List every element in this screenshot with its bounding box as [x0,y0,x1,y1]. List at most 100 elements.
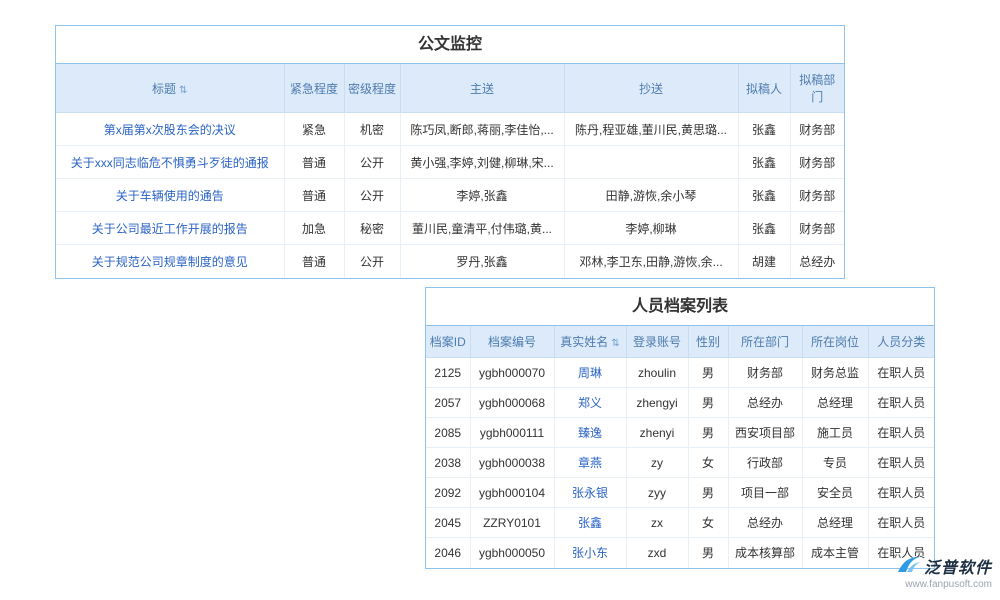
table-cell: 周琳 [554,358,626,388]
personnel-list-title: 人员档案列表 [426,288,934,326]
person-name-link[interactable]: 张小东 [572,546,608,560]
column-header-label: 档案ID [430,335,466,349]
table-row: 第x届第x次股东会的决议紧急机密陈巧凤,断郎,蒋丽,李佳怡,...陈丹,程亚雄,… [56,113,844,146]
table-cell: 2125 [426,358,470,388]
column-header-label: 人员分类 [877,335,925,349]
table-cell: 关于公司最近工作开展的报告 [56,212,284,245]
column-header-label: 拟稿人 [746,82,782,96]
table-cell: 秘密 [344,212,400,245]
table-cell: 男 [688,538,728,568]
table-cell: 在职人员 [868,478,934,508]
doc-title-link[interactable]: 关于xxx同志临危不惧勇斗歹徒的通报 [71,156,269,170]
table-row: 关于xxx同志临危不惧勇斗歹徒的通报普通公开黄小强,李婷,刘健,柳琳,宋...张… [56,146,844,179]
column-header-label: 拟稿部门 [799,73,835,104]
column-header: 密级程度 [344,64,400,113]
person-name-link[interactable]: 张永银 [572,486,608,500]
column-header-label: 标题 [152,82,176,96]
table-cell: 总经办 [790,245,844,278]
column-header: 所在部门 [728,326,802,358]
table-cell: 公开 [344,146,400,179]
table-cell: 张鑫 [554,508,626,538]
column-header-label: 真实姓名 [560,335,608,349]
doc-title-link[interactable]: 关于规范公司规章制度的意见 [92,255,248,269]
sort-icon[interactable]: ⇅ [611,338,619,349]
table-cell: zhenyi [626,418,688,448]
table-cell: 2085 [426,418,470,448]
table-cell: 张鑫 [738,212,790,245]
table-cell: 张鑫 [738,179,790,212]
brand-name: 泛普软件 [924,554,992,578]
table-cell: 董川民,童清平,付伟璐,黄... [400,212,564,245]
doc-monitor-table: 标题⇅紧急程度密级程度主送抄送拟稿人拟稿部门 第x届第x次股东会的决议紧急机密陈… [56,64,844,278]
table-row: 关于规范公司规章制度的意见普通公开罗丹,张鑫邓林,李卫东,田静,游恢,余...胡… [56,245,844,278]
table-cell: ygbh000038 [470,448,554,478]
table-cell: ygbh000068 [470,388,554,418]
table-cell: 郑义 [554,388,626,418]
table-cell: 男 [688,388,728,418]
table-row: 2038ygbh000038章燕zy女行政部专员在职人员 [426,448,934,478]
column-header-label: 所在部门 [741,335,789,349]
table-cell: 安全员 [802,478,868,508]
doc-title-link[interactable]: 第x届第x次股东会的决议 [104,123,236,137]
table-cell: 男 [688,358,728,388]
personnel-list-panel: 人员档案列表 档案ID档案编号真实姓名⇅登录账号性别所在部门所在岗位人员分类 2… [425,287,935,569]
person-name-link[interactable]: 周琳 [578,366,602,380]
table-cell: 关于规范公司规章制度的意见 [56,245,284,278]
column-header: 档案编号 [470,326,554,358]
table-cell: 陈巧凤,断郎,蒋丽,李佳怡,... [400,113,564,146]
column-header[interactable]: 真实姓名⇅ [554,326,626,358]
person-name-link[interactable]: 郑义 [578,396,602,410]
table-cell: 成本核算部 [728,538,802,568]
table-cell: 专员 [802,448,868,478]
column-header: 所在岗位 [802,326,868,358]
person-name-link[interactable]: 章燕 [578,456,602,470]
doc-header-row: 标题⇅紧急程度密级程度主送抄送拟稿人拟稿部门 [56,64,844,113]
table-cell: 2038 [426,448,470,478]
table-row: 2125ygbh000070周琳zhoulin男财务部财务总监在职人员 [426,358,934,388]
table-cell: zx [626,508,688,538]
column-header: 人员分类 [868,326,934,358]
column-header[interactable]: 标题⇅ [56,64,284,113]
table-cell: 陈丹,程亚雄,董川民,黄思璐... [564,113,738,146]
table-cell: ygbh000050 [470,538,554,568]
column-header: 性别 [688,326,728,358]
table-row: 2045ZZRY0101张鑫zx女总经办总经理在职人员 [426,508,934,538]
table-row: 2085ygbh000111臻逸zhenyi男西安项目部施工员在职人员 [426,418,934,448]
table-cell: 关于xxx同志临危不惧勇斗歹徒的通报 [56,146,284,179]
table-cell: zy [626,448,688,478]
table-cell: 田静,游恢,余小琴 [564,179,738,212]
person-header-row: 档案ID档案编号真实姓名⇅登录账号性别所在部门所在岗位人员分类 [426,326,934,358]
table-cell: 男 [688,478,728,508]
table-cell: 财务部 [790,146,844,179]
table-cell: 财务部 [790,113,844,146]
fanpu-logo-icon [897,555,921,578]
column-header-label: 抄送 [639,82,663,96]
column-header: 档案ID [426,326,470,358]
doc-monitor-panel: 公文监控 标题⇅紧急程度密级程度主送抄送拟稿人拟稿部门 第x届第x次股东会的决议… [55,25,845,279]
table-cell: 加急 [284,212,344,245]
table-cell: 2045 [426,508,470,538]
column-header-label: 主送 [470,82,494,96]
column-header-label: 档案编号 [488,335,536,349]
table-cell: 第x届第x次股东会的决议 [56,113,284,146]
table-cell: 男 [688,418,728,448]
table-cell: 2057 [426,388,470,418]
table-cell: zxd [626,538,688,568]
table-cell: 2046 [426,538,470,568]
table-cell: 项目一部 [728,478,802,508]
table-cell: 西安项目部 [728,418,802,448]
sort-icon[interactable]: ⇅ [179,85,187,96]
brand-watermark: 泛普软件 www.fanpusoft.com [897,554,992,590]
table-cell: 在职人员 [868,358,934,388]
table-cell: 在职人员 [868,448,934,478]
table-row: 2046ygbh000050张小东zxd男成本核算部成本主管在职人员 [426,538,934,568]
doc-title-link[interactable]: 关于公司最近工作开展的报告 [92,222,248,236]
column-header-label: 性别 [696,335,720,349]
person-name-link[interactable]: 张鑫 [578,516,602,530]
table-row: 关于公司最近工作开展的报告加急秘密董川民,童清平,付伟璐,黄...李婷,柳琳张鑫… [56,212,844,245]
doc-title-link[interactable]: 关于车辆使用的通告 [116,189,224,203]
table-cell: 臻逸 [554,418,626,448]
table-cell: 关于车辆使用的通告 [56,179,284,212]
table-cell: 邓林,李卫东,田静,游恢,余... [564,245,738,278]
person-name-link[interactable]: 臻逸 [578,426,602,440]
